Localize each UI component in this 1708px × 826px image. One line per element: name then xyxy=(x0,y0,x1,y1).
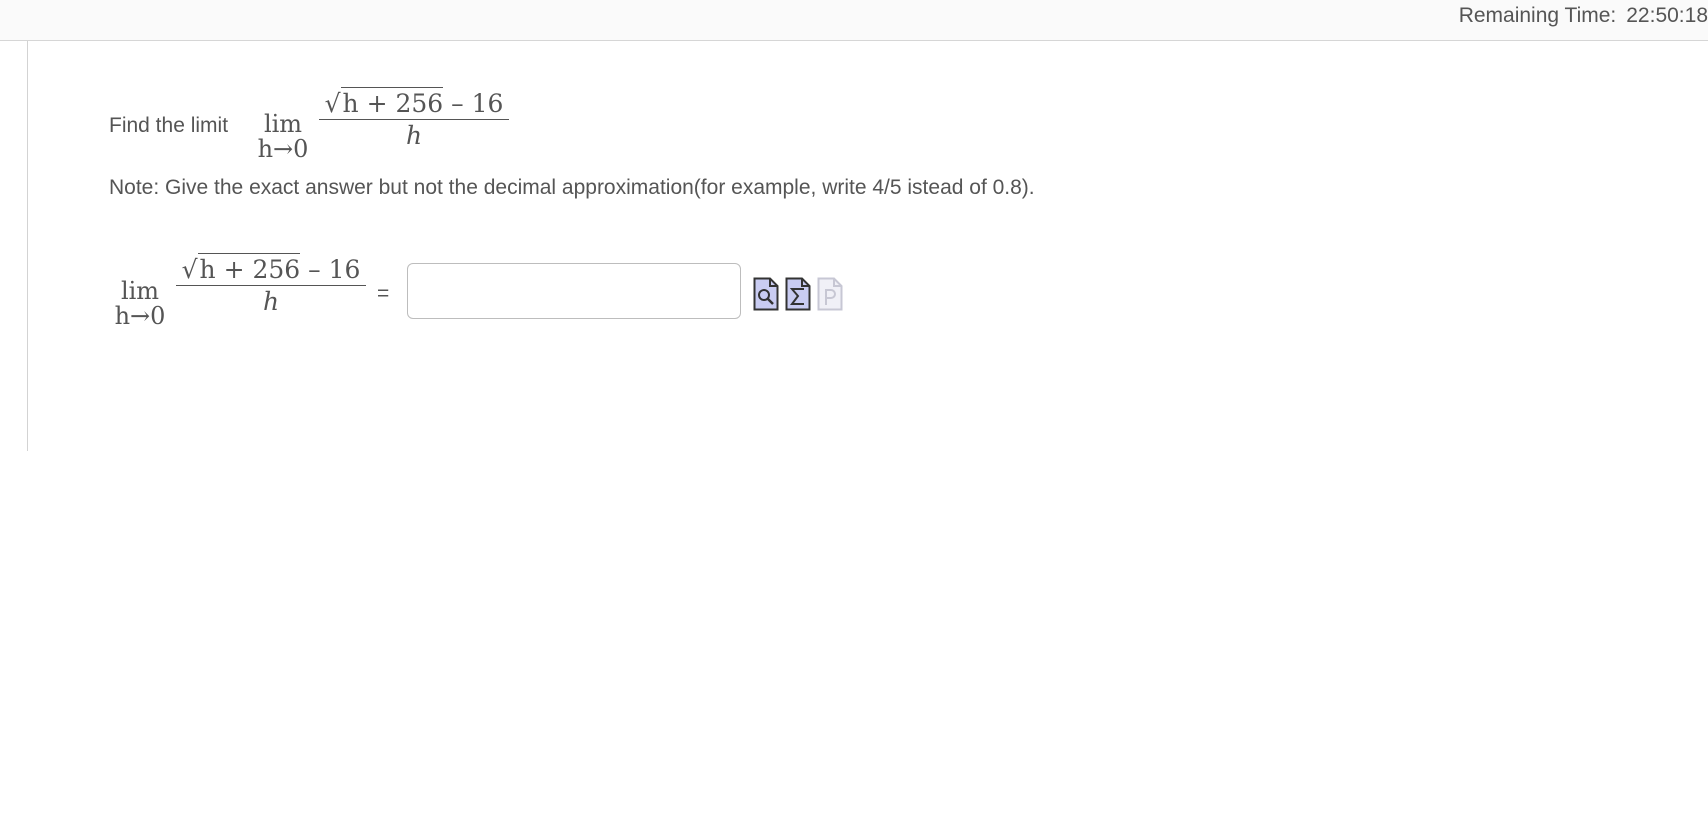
question-note: Note: Give the exact answer but not the … xyxy=(109,176,1035,199)
answer-lim-subscript: h→0 xyxy=(114,302,166,330)
fraction-numerator: √h + 256 – 16 xyxy=(319,87,509,119)
limit-operator: lim h→0 xyxy=(251,112,315,162)
numerator-rest: – 16 xyxy=(451,89,504,118)
preview-icon xyxy=(753,277,779,311)
answer-limit-operator: lim h→0 xyxy=(108,279,172,329)
answer-radicand: h + 256 xyxy=(197,253,301,284)
lim-subscript: h→0 xyxy=(257,135,309,163)
top-bar: Remaining Time: 22:50:18 xyxy=(0,0,1708,41)
p-button[interactable] xyxy=(817,277,843,311)
equation-editor-button[interactable] xyxy=(785,277,811,311)
radicand: h + 256 xyxy=(340,87,444,118)
lim-word: lim xyxy=(263,110,303,138)
equals-sign: = xyxy=(377,282,390,305)
answer-fraction-numerator: √h + 256 – 16 xyxy=(176,253,366,285)
equation-editor-icon xyxy=(785,277,811,311)
answer-square-root: √h + 256 xyxy=(181,253,301,284)
preview-button[interactable] xyxy=(753,277,779,311)
remaining-time-label: Remaining Time: xyxy=(1458,4,1617,27)
question-prompt: Find the limit xyxy=(109,114,229,137)
limit-fraction: √h + 256 – 16 h xyxy=(319,87,509,152)
answer-fraction-denominator: h xyxy=(262,287,280,316)
answer-numerator-rest: – 16 xyxy=(308,255,361,284)
square-root: √h + 256 xyxy=(324,87,444,118)
answer-lim-word: lim xyxy=(120,277,160,305)
remaining-time: Remaining Time: 22:50:18 xyxy=(1459,4,1708,28)
answer-input[interactable] xyxy=(407,263,741,319)
answer-limit-fraction: √h + 256 – 16 h xyxy=(176,253,366,318)
fraction-denominator: h xyxy=(405,121,423,150)
left-divider xyxy=(27,41,28,451)
p-icon xyxy=(817,277,843,311)
remaining-time-value: 22:50:18 xyxy=(1626,4,1708,27)
